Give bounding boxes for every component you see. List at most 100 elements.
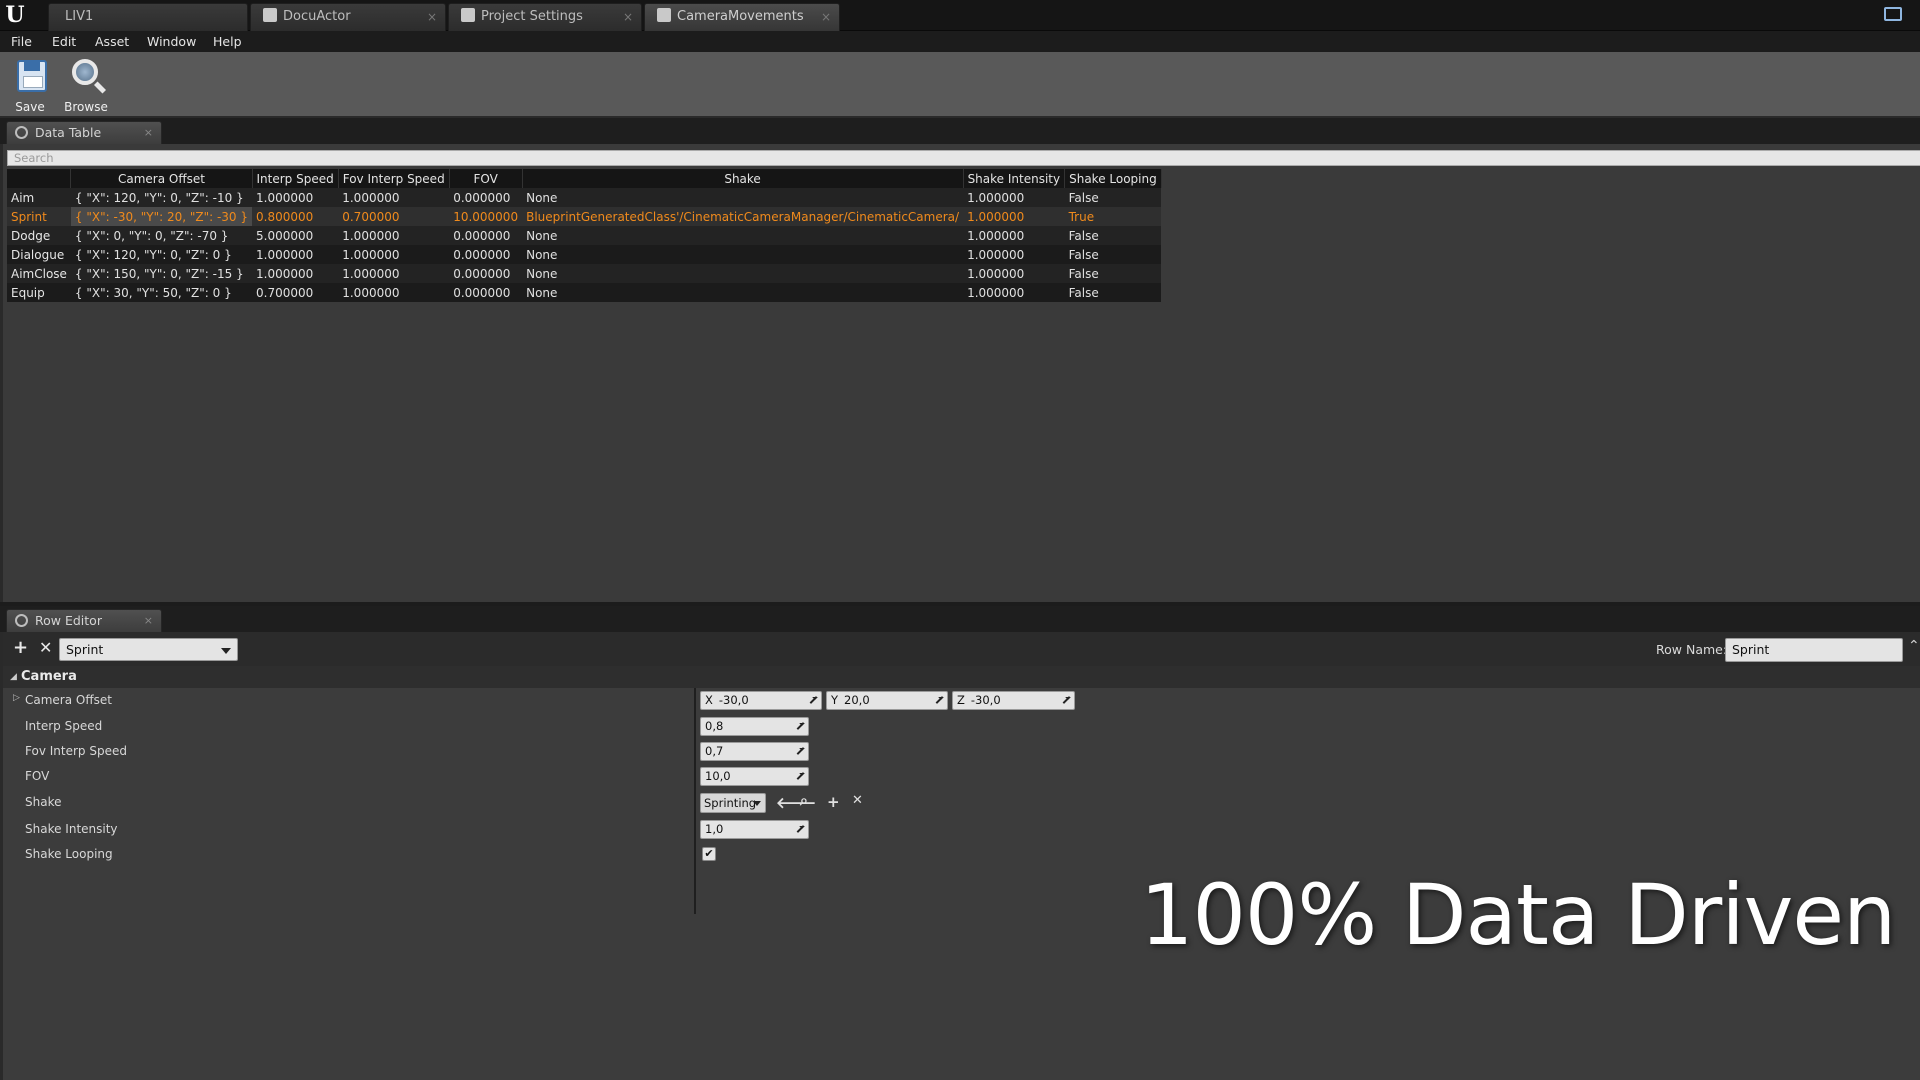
field-value: 0,8 [705, 719, 724, 733]
fov-interp-speed-field[interactable]: 0,7 [700, 742, 809, 761]
cell-shake-looping: True [1064, 207, 1162, 226]
close-icon[interactable]: × [821, 4, 831, 30]
cell-fov-interp-speed: 1.000000 [338, 283, 450, 302]
tab-project-settings-label: Project Settings [481, 9, 583, 24]
browse-button[interactable]: Browse [60, 56, 112, 116]
asset-toolbar: Save Browse [0, 52, 1920, 118]
use-selected-arrow-icon[interactable]: 🡐 [776, 793, 816, 812]
tab-camera-movements[interactable]: CameraMovements × [644, 3, 840, 31]
cell-shake: None [522, 264, 964, 283]
cell-shake: BlueprintGeneratedClass'/CinematicCamera… [522, 207, 964, 226]
search-input[interactable]: Search [7, 150, 1920, 166]
add-row-icon[interactable]: + [13, 638, 28, 658]
cell-fov: 0.000000 [449, 226, 523, 245]
close-icon[interactable]: × [144, 610, 153, 631]
chevron-up-icon[interactable]: ⌃ [1908, 638, 1920, 654]
shake-class-dropdown[interactable]: Sprinting [700, 793, 766, 813]
add-icon[interactable]: + [827, 793, 840, 811]
column-header-camera-offset[interactable]: Camera Offset [70, 169, 253, 188]
menu-help[interactable]: Help [213, 34, 242, 49]
table-row[interactable]: AimClose { "X": 150, "Y": 0, "Z": -15 } … [7, 264, 1162, 283]
table-row[interactable]: Dialogue { "X": 120, "Y": 0, "Z": 0 } 1.… [7, 245, 1162, 264]
column-header-fov[interactable]: FOV [449, 169, 523, 188]
row-select-dropdown[interactable]: Sprint [59, 638, 238, 661]
settings-icon [461, 8, 475, 22]
cell-shake: None [522, 188, 964, 207]
menu-edit[interactable]: Edit [52, 34, 76, 49]
tab-row-editor-label: Row Editor [35, 613, 102, 628]
column-header-shake-looping[interactable]: Shake Looping [1064, 169, 1162, 188]
drag-handle-icon[interactable] [795, 746, 805, 756]
close-icon[interactable]: × [144, 122, 153, 143]
magnifier-icon [72, 59, 98, 85]
camera-offset-x-field[interactable]: X -30,0 [700, 691, 822, 710]
column-header-shake-intensity[interactable]: Shake Intensity [963, 169, 1066, 188]
property-label: Camera Offset [25, 693, 112, 707]
cell-row-name: Aim [7, 188, 71, 207]
fov-field[interactable]: 10,0 [700, 767, 809, 786]
browse-label: Browse [64, 100, 108, 114]
tab-docuactor[interactable]: DocuActor × [250, 3, 446, 31]
clear-icon[interactable]: ✕ [852, 793, 863, 808]
unreal-editor-window: U LIV1 DocuActor × Project Settings × Ca… [0, 0, 1920, 1080]
property-list: ▷ Camera Offset X -30,0 Y 20,0 Z -30,0 Inte… [3, 688, 1920, 888]
axis-label: X [705, 693, 713, 707]
tab-data-table[interactable]: Data Table × [6, 121, 162, 144]
tab-level[interactable]: LIV1 [48, 3, 248, 31]
tab-docuactor-label: DocuActor [283, 9, 351, 24]
camera-offset-z-field[interactable]: Z -30,0 [952, 691, 1075, 710]
table-row[interactable]: Aim { "X": 120, "Y": 0, "Z": -10 } 1.000… [7, 188, 1162, 207]
browse-magnifier-icon[interactable]: ⌕ [800, 793, 808, 809]
drag-handle-icon[interactable] [795, 771, 805, 781]
cell-row-name: Equip [7, 283, 71, 302]
category-header-camera[interactable]: ◢ Camera [3, 666, 1920, 688]
menu-file[interactable]: File [11, 34, 32, 49]
column-header-shake[interactable]: Shake [522, 169, 964, 188]
expand-triangle-icon[interactable]: ▷ [13, 693, 20, 703]
menu-asset[interactable]: Asset [95, 34, 129, 49]
drag-handle-icon[interactable] [808, 695, 818, 705]
field-value: 1,0 [705, 822, 724, 836]
property-label: FOV [25, 769, 50, 783]
column-header-interp-speed[interactable]: Interp Speed [252, 169, 339, 188]
drag-handle-icon[interactable] [795, 721, 805, 731]
cell-row-name: Sprint [7, 207, 71, 226]
remove-row-icon[interactable]: ✕ [39, 638, 52, 658]
save-button[interactable]: Save [4, 56, 56, 116]
camera-offset-y-field[interactable]: Y 20,0 [826, 691, 948, 710]
tutorial-icon[interactable] [1884, 7, 1902, 21]
cell-fov: 0.000000 [449, 245, 523, 264]
cell-camera-offset: { "X": 120, "Y": 0, "Z": -10 } [70, 188, 253, 207]
data-table-tabstrip: Data Table × [0, 118, 1920, 144]
column-header-fov-interp-speed[interactable]: Fov Interp Speed [338, 169, 450, 188]
cell-interp-speed: 0.700000 [252, 283, 339, 302]
tab-row-editor[interactable]: Row Editor × [6, 609, 162, 632]
table-row[interactable]: Dodge { "X": 0, "Y": 0, "Z": -70 } 5.000… [7, 226, 1162, 245]
drag-handle-icon[interactable] [934, 695, 944, 705]
document-tab-bar: U LIV1 DocuActor × Project Settings × Ca… [0, 0, 1920, 31]
cell-row-name: Dodge [7, 226, 71, 245]
menu-window[interactable]: Window [147, 34, 196, 49]
chevron-down-icon [221, 648, 231, 654]
table-row[interactable]: Equip { "X": 30, "Y": 50, "Z": 0 } 0.700… [7, 283, 1162, 302]
interp-speed-field[interactable]: 0,8 [700, 717, 809, 736]
close-icon[interactable]: × [427, 4, 437, 30]
shake-looping-checkbox[interactable]: ✔ [702, 847, 716, 861]
cell-shake-intensity: 1.000000 [963, 226, 1065, 245]
row-name-input[interactable]: Sprint [1725, 638, 1903, 662]
drag-handle-icon[interactable] [1061, 695, 1071, 705]
row-editor-panel: + ✕ Sprint Row Name: Sprint ⌃ ◢ Camera ▷… [0, 632, 1920, 1080]
table-row-selected[interactable]: Sprint { "X": -30, "Y": 20, "Z": -30 } 0… [7, 207, 1162, 226]
field-value: 10,0 [705, 769, 731, 783]
cell-fov-interp-speed: 0.700000 [338, 207, 450, 226]
close-icon[interactable]: × [623, 4, 633, 30]
drag-handle-icon[interactable] [795, 824, 805, 834]
cell-interp-speed: 1.000000 [252, 245, 339, 264]
column-header-row-name[interactable] [7, 169, 72, 188]
tab-project-settings[interactable]: Project Settings × [448, 3, 642, 31]
cell-fov-interp-speed: 1.000000 [338, 245, 450, 264]
row-editor-toolbar: + ✕ Sprint Row Name: Sprint ⌃ [3, 632, 1920, 666]
property-fov-interp-speed: Fov Interp Speed 0,7 [3, 739, 1920, 764]
shake-intensity-field[interactable]: 1,0 [700, 820, 809, 839]
cell-row-name: AimClose [7, 264, 71, 283]
